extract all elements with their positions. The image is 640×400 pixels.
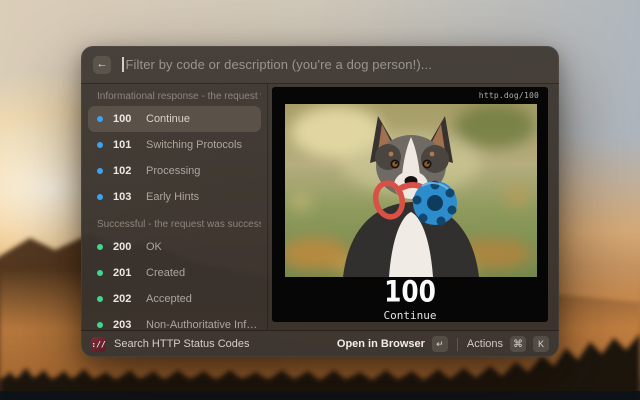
command-key-icon: ⌘ <box>510 336 526 352</box>
status-dot <box>97 142 103 148</box>
status-label: Early Hints <box>146 191 199 203</box>
status-code: 200 <box>113 241 138 253</box>
dog-photo <box>285 104 537 277</box>
list-item-100[interactable]: 100 Continue <box>88 106 261 132</box>
status-dot <box>97 296 103 302</box>
list-item-102[interactable]: 102 Processing <box>88 158 261 184</box>
status-code: 101 <box>113 139 138 151</box>
actions-button[interactable]: Actions ⌘ K <box>467 336 549 352</box>
list-item-201[interactable]: 201 Created <box>88 260 261 286</box>
raycast-window: ← Filter by code or description (you're … <box>81 46 559 357</box>
status-label: Continue <box>146 113 190 125</box>
status-code-list: Informational response - the request w..… <box>81 84 268 330</box>
open-in-browser-label: Open in Browser <box>337 338 425 350</box>
status-code: 203 <box>113 319 138 330</box>
status-code: 103 <box>113 191 138 203</box>
status-label: Switching Protocols <box>146 139 242 151</box>
return-key-icon: ↵ <box>432 336 448 352</box>
status-code-large: 100 <box>283 278 537 307</box>
desktop: ← Filter by code or description (you're … <box>0 0 640 400</box>
detail-panel: http.dog/100 <box>272 87 548 322</box>
status-label: OK <box>146 241 162 253</box>
image-source-label: http.dog/100 <box>479 91 539 100</box>
status-label: Processing <box>146 165 200 177</box>
text-caret <box>122 57 124 72</box>
action-bar: :// Search HTTP Status Codes Open in Bro… <box>81 330 559 357</box>
extension-name: Search HTTP Status Codes <box>114 338 250 350</box>
section-header: Successful - the request was successf... <box>88 216 261 234</box>
list-item-203[interactable]: 203 Non-Authoritative Informa... <box>88 312 261 330</box>
status-dot <box>97 322 103 328</box>
back-button[interactable]: ← <box>93 56 111 74</box>
status-label: Created <box>146 267 185 279</box>
status-dot <box>97 270 103 276</box>
back-arrow-icon: ← <box>97 59 108 70</box>
footer-divider <box>457 338 458 351</box>
list-item-202[interactable]: 202 Accepted <box>88 286 261 312</box>
list-item-200[interactable]: 200 OK <box>88 234 261 260</box>
status-dot <box>97 116 103 122</box>
extension-icon: :// <box>91 337 106 352</box>
status-dot <box>97 194 103 200</box>
status-code: 102 <box>113 165 138 177</box>
open-in-browser-button[interactable]: Open in Browser ↵ <box>337 336 448 352</box>
list-item-103[interactable]: 103 Early Hints <box>88 184 261 210</box>
status-label: Non-Authoritative Informa... <box>146 319 261 330</box>
status-code: 100 <box>113 113 138 125</box>
status-dot <box>97 244 103 250</box>
status-dot <box>97 168 103 174</box>
section-header: Informational response - the request w..… <box>88 88 261 106</box>
search-input[interactable]: Filter by code or description (you're a … <box>126 57 432 72</box>
list-item-101[interactable]: 101 Switching Protocols <box>88 132 261 158</box>
status-text-large: Continue <box>272 309 548 322</box>
status-label: Accepted <box>146 293 192 305</box>
status-code: 202 <box>113 293 138 305</box>
actions-label: Actions <box>467 338 503 350</box>
k-key-icon: K <box>533 336 549 352</box>
search-bar: ← Filter by code or description (you're … <box>81 46 559 84</box>
status-code: 201 <box>113 267 138 279</box>
